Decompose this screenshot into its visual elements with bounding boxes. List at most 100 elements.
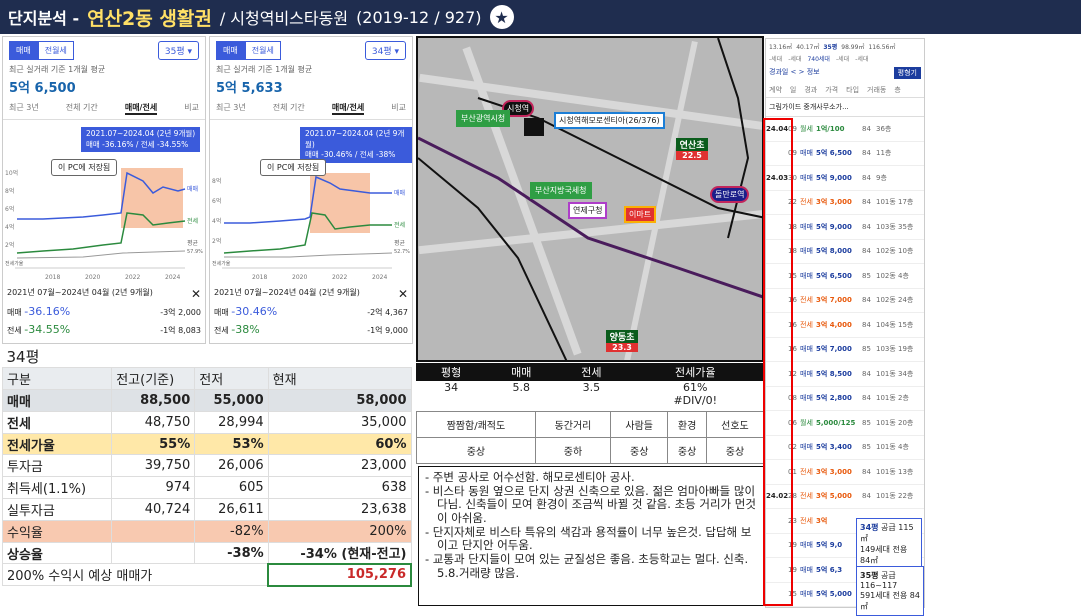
cell: 48,750 (111, 410, 196, 434)
close-icon[interactable]: ✕ (191, 287, 201, 301)
memo-item: - 주변 공사로 어수선함. 해모로센티아 공사. (425, 470, 635, 484)
row-price: 3억 3,000 (816, 198, 852, 207)
size-chip[interactable]: 116.56㎡ (868, 42, 895, 51)
cell: 40,724 (111, 498, 196, 521)
area-map[interactable]: 시청역 시청역해모로센티아(26/376) 부산광역시청 부산지방국세청 연제구… (416, 36, 764, 362)
avg-pct: 57.9% (187, 249, 203, 255)
tab-compare[interactable]: 비교 (184, 102, 199, 115)
sale-change-pct: -30.46% (231, 305, 278, 318)
cell: 58,000 (267, 389, 412, 412)
row-label: 실투자금 (1, 498, 113, 521)
title-prefix: 단지분석 - (8, 9, 80, 28)
cell: 88,500 (111, 389, 196, 412)
tab-3y[interactable]: 최근 3년 (216, 102, 246, 115)
units: -세대 (769, 56, 783, 63)
school-badge-yeonsan[interactable]: 연산초 22.5 (676, 138, 708, 160)
size-select[interactable]: 34평 ▾ (364, 41, 406, 60)
row-floor: 101동 20층 (876, 418, 914, 427)
eval-header: 환경 (667, 411, 707, 438)
row-kind: 매매 (800, 247, 813, 256)
row-kind: 매매 (800, 394, 813, 403)
row-price: 3억 3,000 (816, 467, 852, 476)
rise-current: -34% (300, 547, 337, 563)
sale-change-label: 매매 (214, 308, 229, 317)
landmark-ward-office[interactable]: 연제구청 (568, 202, 608, 219)
landmark-busan-hall[interactable]: 부산광역시청 (456, 110, 511, 127)
size-select[interactable]: 35평 ▾ (157, 41, 199, 60)
row-label: 전세 (1, 410, 113, 434)
cell: 26,611 (194, 498, 269, 521)
tab-all[interactable]: 전체 기간 (66, 102, 98, 115)
tab-sale-rent[interactable]: 매매/전세 (331, 102, 365, 115)
x-tick: 2024 (372, 274, 387, 281)
cell: -34% (현재-전고) (267, 541, 412, 565)
rent-change-pct: -34.55% (24, 323, 71, 336)
eval-header: 사람들 (610, 411, 669, 438)
tab-sale[interactable]: 매매 (216, 41, 245, 60)
memo-item: - 교통과 단지들이 모여 있는 균질성은 좋음. 초등학교는 멀다. 신축. … (425, 552, 749, 580)
tooltip-range: 2021.07~2024.04 (2년 9개월) (86, 129, 196, 138)
legend-rent: 전세 (187, 217, 198, 225)
row-label: 투자금 (1, 454, 113, 478)
stat-value: 61% (683, 381, 708, 394)
school-name: 연산초 (679, 141, 705, 151)
avg-price: 5억 5,633 (216, 81, 283, 96)
size-chip[interactable]: 13.16㎡ (769, 42, 792, 51)
units: -세대 (788, 56, 802, 63)
landmark-tax-office[interactable]: 부산지방국세청 (530, 182, 592, 199)
row-kind: 매매 (800, 590, 813, 599)
tab-sale-rent[interactable]: 매매/전세 (124, 102, 158, 115)
tab-rent[interactable]: 전월세 (244, 41, 281, 60)
agent-row[interactable]: 그림가이드 중개사무소가... (766, 98, 924, 117)
row-kind: 월세 (800, 124, 813, 133)
save-badge[interactable]: 이 PC에 저장됨 (51, 159, 118, 176)
cell: 26,006 (194, 454, 269, 478)
cell: 28,994 (194, 410, 269, 434)
row-kind: 매매 (800, 369, 813, 378)
size-chip[interactable]: 40.17㎡ (796, 42, 819, 51)
popup-units: 149세대 (860, 545, 890, 554)
y-tick: 6억 (212, 197, 221, 205)
row-kind: 전세 (800, 198, 813, 207)
row-floor: 103동 19층 (876, 345, 914, 354)
row-floor: 104동 15층 (876, 320, 914, 329)
stat-value: 3.5 (582, 381, 601, 394)
save-badge[interactable]: 이 PC에 저장됨 (260, 159, 327, 176)
row-price: 5억 6,500 (816, 271, 852, 280)
eval-header: 선호도 (705, 411, 765, 438)
station-dolmaru[interactable]: 돌만로역 (710, 186, 750, 203)
row-floor: 101동 2층 (876, 394, 909, 403)
tab-compare[interactable]: 비교 (391, 102, 406, 115)
school-badge-yangjeong[interactable]: 양동초 23.3 (606, 330, 638, 352)
tab-rent[interactable]: 전월세 (37, 41, 74, 60)
forecast-value: 105,276 (267, 562, 412, 587)
range-tooltip: 2021.07~2024.04 (2년 9개월) 매매 -30.46% / 전세… (300, 127, 412, 163)
sale-change-amt: -3억 2,000 (160, 308, 201, 317)
row-price: 3억 5,000 (816, 492, 852, 501)
title-area: 연산2동 생활권 (87, 7, 212, 30)
tab-all[interactable]: 전체 기간 (273, 102, 305, 115)
cell: 200% (267, 519, 412, 543)
row-type: 84 (862, 124, 871, 133)
tab-3y[interactable]: 최근 3년 (9, 102, 39, 115)
size-chip-active[interactable]: 35평 (823, 42, 837, 51)
star-icon[interactable]: ★ (489, 5, 514, 29)
row-type: 84 (862, 492, 871, 501)
close-icon[interactable]: ✕ (398, 287, 408, 301)
row-price: 5억 9,000 (816, 222, 852, 231)
popup-size: 34평 (860, 523, 879, 532)
col-header: 현재 (267, 367, 412, 391)
row-kind: 전세 (800, 467, 813, 476)
compare-button[interactable]: 평형기 (893, 67, 921, 79)
row-label: 취득세(1.1%) (1, 476, 113, 500)
row-floor: 102동 24층 (876, 296, 914, 305)
tab-sale[interactable]: 매매 (9, 41, 38, 60)
row-floor: 101동 4층 (876, 443, 909, 452)
complex-label[interactable]: 시청역해모로센티아(26/376) (554, 112, 665, 129)
filter-bar[interactable]: 경과일 < > 정보 (769, 67, 820, 79)
landmark-emart[interactable]: 이마트 (624, 206, 657, 223)
memo-item: - 단지자체로 비스타 특유의 색감과 용적률이 너무 높은것. 답답해 보이고… (425, 524, 752, 553)
eval-value: 중상 (667, 437, 707, 464)
row-floor: 9층 (876, 173, 887, 182)
size-chip[interactable]: 98.99㎡ (841, 42, 864, 51)
